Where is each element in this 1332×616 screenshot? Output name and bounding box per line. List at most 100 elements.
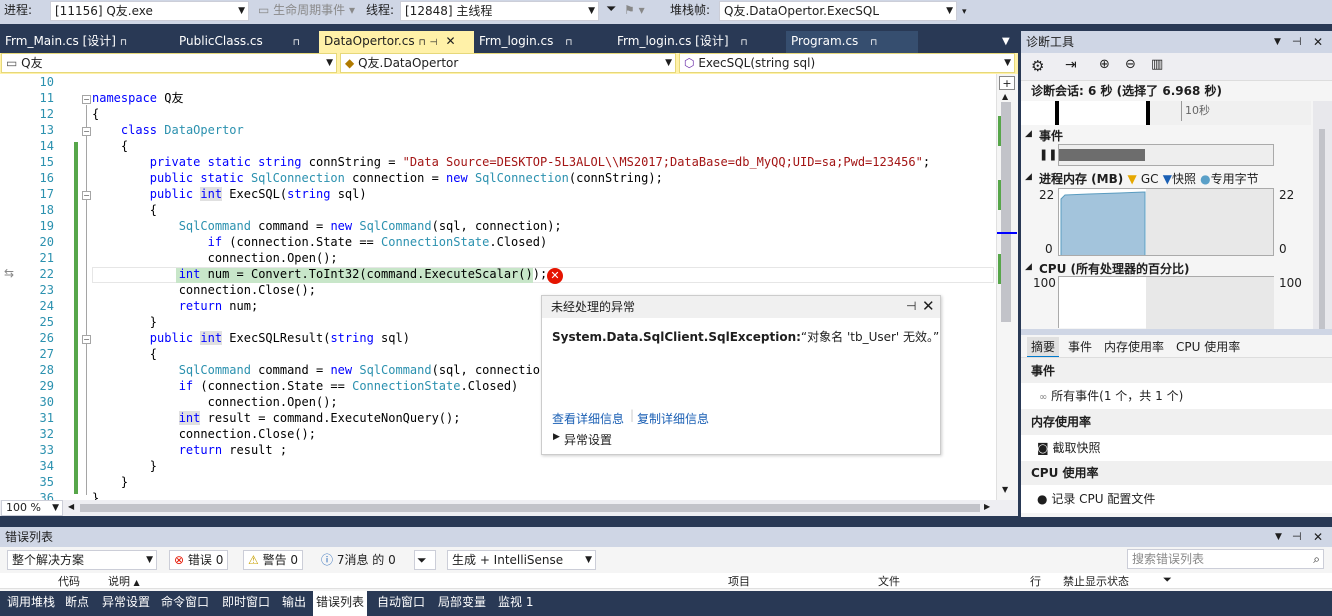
cpu-chart[interactable] [1058, 276, 1274, 329]
tab-publicclass[interactable]: PublicClass.cs ⊓ [174, 31, 318, 53]
member-dropdown[interactable]: ⬡ ExecSQL(string sql) ▼ [679, 53, 1015, 73]
column-description[interactable]: 说明 ▲ [108, 573, 140, 589]
exception-error-icon[interactable]: ✕ [547, 268, 563, 284]
tab-memory-usage[interactable]: 内存使用率 [1104, 338, 1164, 355]
horizontal-scrollbar-thumb[interactable] [80, 504, 980, 512]
pin-icon[interactable]: ⊣ [1292, 527, 1302, 547]
all-events-row[interactable]: ∞ 所有事件(1 个，共 1 个) [1021, 383, 1332, 409]
pin-icon[interactable]: ⊓ [293, 38, 300, 48]
scrollbar-thumb[interactable] [1001, 102, 1011, 322]
window-menu-icon[interactable]: ▼ [1274, 31, 1281, 53]
tab-overflow-icon[interactable]: ▼ [1002, 32, 1010, 52]
build-filter-button[interactable]: ⏷ [414, 550, 436, 570]
warnings-filter-button[interactable]: ⚠ 警告 0 [243, 550, 304, 570]
copy-details-link[interactable]: 复制详细信息 [637, 410, 709, 427]
zoom-in-icon[interactable]: ⊕ [1099, 57, 1110, 72]
bottom-tool-tabs: 调用堆栈 断点 异常设置 命令窗口 即时窗口 输出 错误列表 自动窗口 局部变量… [0, 591, 1332, 616]
window-menu-icon[interactable]: ▼ [1275, 527, 1282, 547]
memory-chart[interactable] [1058, 188, 1274, 256]
filter-icon[interactable]: ⏷ [606, 0, 616, 20]
tab-exception-settings[interactable]: 异常设置 [99, 591, 153, 616]
process-dropdown[interactable]: [11156] Q友.exe ▼ [50, 1, 249, 21]
messages-filter-button[interactable]: ⓘ 7消息 的 0 [316, 550, 401, 570]
collapse-arrow-icon[interactable]: ◢ [1025, 262, 1032, 272]
scroll-down-icon[interactable]: ▼ [1002, 485, 1008, 494]
scroll-right-icon[interactable]: ▶ [984, 502, 990, 511]
column-filter-icon[interactable]: ⏷ [1163, 573, 1172, 587]
diagnostic-tools-panel: 诊断工具 ▼ ⊣ ✕ ⚙ ⇥ ⊕ ⊖ ▥ 诊断会话: 6 秒 (选择了 6.96… [1021, 31, 1332, 517]
export-icon[interactable]: ⇥ [1065, 57, 1077, 73]
exception-settings-toggle[interactable]: 异常设置 [564, 431, 612, 448]
close-icon[interactable]: ✕ [1313, 31, 1323, 53]
tab-frm-main-design[interactable]: Frm_Main.cs [设计] ⊓ [0, 31, 170, 53]
project-dropdown[interactable]: ▭ Q友 ▼ [1, 53, 337, 73]
scroll-up-icon[interactable]: ▲ [1002, 92, 1008, 101]
tab-frm-login[interactable]: Frm_login.cs ⊓ [474, 31, 612, 53]
tab-command-window[interactable]: 命令窗口 [158, 591, 212, 616]
tab-dataopertor[interactable]: DataOpertor.cs ⊓ ⊣ ✕ [319, 31, 474, 53]
pin-icon[interactable]: ⊓ [741, 38, 748, 48]
collapse-icon[interactable]: − [82, 191, 91, 200]
tab-locals[interactable]: 局部变量 [435, 591, 489, 616]
expand-arrow-icon[interactable]: ▶ [553, 432, 560, 442]
pin-toggle-icon[interactable]: ⊣ [430, 38, 438, 48]
record-cpu-profile-row[interactable]: ● 记录 CPU 配置文件 [1021, 485, 1332, 513]
take-snapshot-row[interactable]: ◙ 截取快照 [1021, 435, 1332, 461]
settings-gear-icon[interactable]: ⚙ [1031, 57, 1044, 75]
search-errors-input[interactable]: 搜索错误列表 ⌕ [1127, 549, 1324, 569]
close-icon[interactable]: ✕ [922, 297, 935, 315]
pin-icon[interactable]: ⊣ [1292, 31, 1302, 53]
thread-dropdown[interactable]: [12848] 主线程 ▼ [400, 1, 599, 21]
collapse-icon[interactable]: − [82, 127, 91, 136]
pin-icon[interactable]: ⊓ [565, 38, 572, 48]
pin-icon[interactable]: ⊓ [120, 38, 127, 48]
tab-autos[interactable]: 自动窗口 [374, 591, 428, 616]
pin-icon[interactable]: ⊣ [906, 299, 916, 313]
tab-frm-login-design[interactable]: Frm_login.cs [设计] ⊓ [612, 31, 786, 53]
diag-scrollbar-thumb[interactable] [1319, 129, 1325, 329]
pin-icon[interactable]: ⊓ [419, 38, 426, 48]
tab-breakpoints[interactable]: 断点 [62, 591, 92, 616]
column-line[interactable]: 行 [1030, 573, 1041, 589]
zoom-out-icon[interactable]: ⊖ [1125, 57, 1136, 72]
close-icon[interactable]: ✕ [445, 34, 455, 48]
tab-output[interactable]: 输出 [279, 591, 309, 616]
toggle-flag-icon[interactable]: ⚑ ▾ [624, 0, 645, 20]
tab-error-list[interactable]: 错误列表 [313, 591, 368, 616]
editor-vertical-scrollbar[interactable]: + ▲ ▼ [996, 74, 1018, 500]
lifecycle-events-button[interactable]: ▭ 生命周期事件 ▾ [258, 0, 355, 20]
timeline-ruler[interactable]: 10秒 [1021, 101, 1311, 125]
column-project[interactable]: 项目 [728, 573, 750, 589]
events-track[interactable] [1058, 144, 1274, 166]
tab-immediate-window[interactable]: 即时窗口 [219, 591, 273, 616]
collapse-arrow-icon[interactable]: ◢ [1025, 129, 1032, 139]
build-intellisense-dropdown[interactable]: 生成 + IntelliSense ▼ [447, 550, 596, 570]
collapse-arrow-icon[interactable]: ◢ [1025, 172, 1032, 182]
scope-dropdown[interactable]: 整个解决方案 ▼ [7, 550, 157, 570]
stackframe-dropdown[interactable]: Q友.DataOpertor.ExecSQL ▼ [719, 1, 957, 21]
tab-call-stack[interactable]: 调用堆栈 [4, 591, 58, 616]
pin-icon[interactable]: ⊓ [870, 38, 877, 48]
column-file[interactable]: 文件 [878, 573, 900, 589]
line-number: 12 [39, 107, 54, 121]
view-details-link[interactable]: 查看详细信息 [552, 410, 624, 427]
scroll-left-icon[interactable]: ◀ [68, 502, 74, 511]
tab-program[interactable]: Program.cs ⊓ [786, 31, 918, 53]
diag-scrollbar[interactable] [1313, 101, 1332, 357]
column-code[interactable]: 代码 [58, 573, 80, 589]
class-dropdown[interactable]: ◆ Q友.DataOpertor ▼ [340, 53, 676, 73]
close-icon[interactable]: ✕ [1313, 527, 1323, 547]
pause-icon[interactable]: ❚❚ [1039, 148, 1057, 161]
tab-watch-1[interactable]: 监视 1 [495, 591, 536, 616]
errors-filter-button[interactable]: ⊗ 错误 0 [169, 550, 229, 570]
tab-cpu-usage[interactable]: CPU 使用率 [1176, 338, 1240, 355]
column-suppression[interactable]: 禁止显示状态 [1063, 573, 1129, 589]
toolbar-overflow-icon[interactable]: ▾ [962, 2, 967, 22]
tab-summary[interactable]: 摘要 [1027, 337, 1060, 358]
zoom-dropdown[interactable]: 100 % ▼ [1, 500, 63, 516]
tab-events[interactable]: 事件 [1068, 338, 1092, 355]
split-editor-button[interactable]: + [999, 76, 1015, 90]
collapse-icon[interactable]: − [82, 335, 91, 344]
collapse-icon[interactable]: − [82, 95, 91, 104]
reset-view-icon[interactable]: ▥ [1151, 57, 1163, 72]
